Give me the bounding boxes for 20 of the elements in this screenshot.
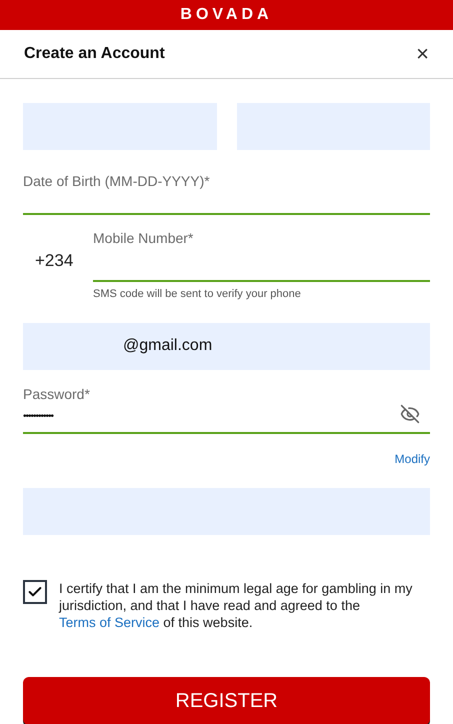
field-label: Mobile Number* — [93, 230, 194, 246]
field-label: Password* — [23, 384, 90, 404]
modify-link[interactable]: Modify — [394, 450, 430, 468]
register-button[interactable]: REGISTER — [23, 676, 430, 724]
eye-slash-icon[interactable] — [398, 404, 422, 424]
agreement-text: I certify that I am the minimum legal age for gambling in my jurisdiction, and that I have read and agreed to the Terms of Service of this website. — [59, 580, 414, 630]
checkbox[interactable] — [23, 580, 47, 604]
input-field[interactable]: Password* •••••••••••• — [23, 386, 430, 434]
input-field[interactable]: @gmail.com — [23, 322, 430, 370]
dialog-title: Create an Account — [24, 44, 165, 64]
field-label: Date of Birth (MM-DD-YYYY)* — [23, 173, 210, 189]
field-value: •••••••••••• — [23, 410, 54, 424]
input-field[interactable]: Mobile Number* — [93, 227, 430, 282]
field-value: @gmail.com — [123, 336, 212, 356]
hint-text: SMS code will be sent to verify your phone — [93, 287, 302, 302]
input-field[interactable]: Date of Birth (MM-DD-YYYY)* — [23, 162, 430, 215]
country-code[interactable]: +234 — [35, 251, 74, 270]
terms-link[interactable]: Terms of Service — [59, 614, 160, 630]
close-button[interactable]: × — [416, 43, 429, 65]
brand-logo: BOVADA — [180, 5, 273, 25]
